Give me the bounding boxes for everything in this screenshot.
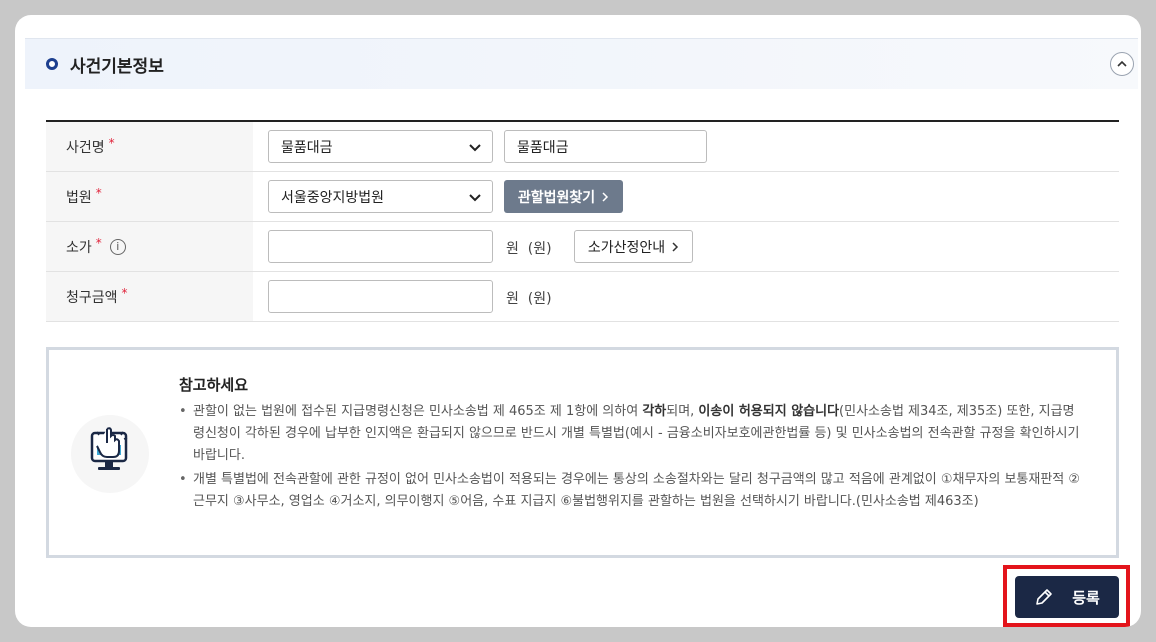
notice-box: 참고하세요 관할이 없는 법원에 접수된 지급명령신청은 민사소송법 제 465… <box>46 347 1119 558</box>
court-label-cell: 법원 * <box>46 172 253 221</box>
chevron-down-icon <box>469 144 481 152</box>
case-form: 사건명 * 물품대금 물품대금 법원 * 서울중앙지방법원 관할법원찾기 소가 … <box>46 120 1119 322</box>
claim-value-guide-button[interactable]: 소가산정안내 <box>574 230 693 263</box>
chevron-right-icon <box>602 191 609 202</box>
collapse-button[interactable] <box>1110 52 1134 76</box>
case-name-label-cell: 사건명 * <box>46 122 253 171</box>
court-select[interactable]: 서울중앙지방법원 <box>268 180 493 213</box>
notice-text: 관할이 없는 법원에 접수된 지급명령신청은 민사소송법 제 465조 제 1항… <box>193 404 643 419</box>
claim-value-label-cell: 소가 * i <box>46 222 253 271</box>
chevron-right-icon <box>672 241 679 252</box>
claim-value-guide-label: 소가산정안내 <box>587 239 666 256</box>
case-type-select[interactable]: 물품대금 <box>268 130 493 163</box>
chevron-up-icon <box>1117 60 1127 67</box>
claim-value-input[interactable] <box>268 230 493 263</box>
required-mark: * <box>95 185 102 200</box>
claim-value-label: 소가 <box>66 239 92 256</box>
notice-text: 되며, <box>666 404 699 419</box>
notice-emphasis: 이송이 허용되지 않습니다 <box>698 404 840 419</box>
notice-emphasis: 각하 <box>642 404 667 419</box>
register-button[interactable]: 등록 <box>1015 576 1119 618</box>
case-type-select-value: 물품대금 <box>281 139 333 156</box>
required-mark: * <box>95 235 102 250</box>
section-title: 사건기본정보 <box>70 57 164 77</box>
claim-amount-label-cell: 청구금액 * <box>46 272 253 321</box>
notice-list: 관할이 없는 법원에 접수된 지급명령신청은 민사소송법 제 465조 제 1항… <box>179 401 1084 515</box>
claim-amount-input[interactable] <box>268 280 493 313</box>
find-court-button-label: 관할법원찾기 <box>517 189 596 206</box>
register-button-label: 등록 <box>1072 588 1100 607</box>
form-row-case-name: 사건명 * 물품대금 물품대금 <box>46 122 1119 172</box>
claim-amount-label: 청구금액 <box>66 289 118 306</box>
notice-item: 관할이 없는 법원에 접수된 지급명령신청은 민사소송법 제 465조 제 1항… <box>179 401 1084 467</box>
court-label: 법원 <box>66 189 92 206</box>
section-bullet-icon <box>46 58 58 70</box>
case-name-label: 사건명 <box>66 139 105 156</box>
required-mark: * <box>121 285 128 300</box>
info-icon[interactable]: i <box>109 238 126 255</box>
claim-amount-unit: 원 (원) <box>506 291 552 307</box>
claim-value-unit: 원 (원) <box>506 241 552 257</box>
required-mark: * <box>108 135 115 150</box>
notice-title: 참고하세요 <box>179 376 249 394</box>
form-row-claim-value: 소가 * i 원 (원) 소가산정안내 <box>46 222 1119 272</box>
section-header: 사건기본정보 <box>25 38 1138 89</box>
case-name-input[interactable]: 물품대금 <box>504 130 707 163</box>
monitor-touch-icon <box>90 427 128 470</box>
notice-illustration <box>71 415 149 493</box>
main-panel: 사건기본정보 사건명 * 물품대금 물품대금 법원 * 서울중앙지방법원 관할법… <box>15 15 1141 627</box>
court-select-value: 서울중앙지방법원 <box>281 189 385 206</box>
find-court-button[interactable]: 관할법원찾기 <box>504 180 623 213</box>
chevron-down-icon <box>469 194 481 202</box>
case-name-input-value: 물품대금 <box>517 139 569 156</box>
notice-item: 개별 특별법에 전속관할에 관한 규정이 없어 민사소송법이 적용되는 경우에는… <box>179 469 1084 513</box>
form-row-court: 법원 * 서울중앙지방법원 관할법원찾기 <box>46 172 1119 222</box>
pencil-icon <box>1036 589 1052 605</box>
form-row-claim-amount: 청구금액 * 원 (원) <box>46 272 1119 322</box>
